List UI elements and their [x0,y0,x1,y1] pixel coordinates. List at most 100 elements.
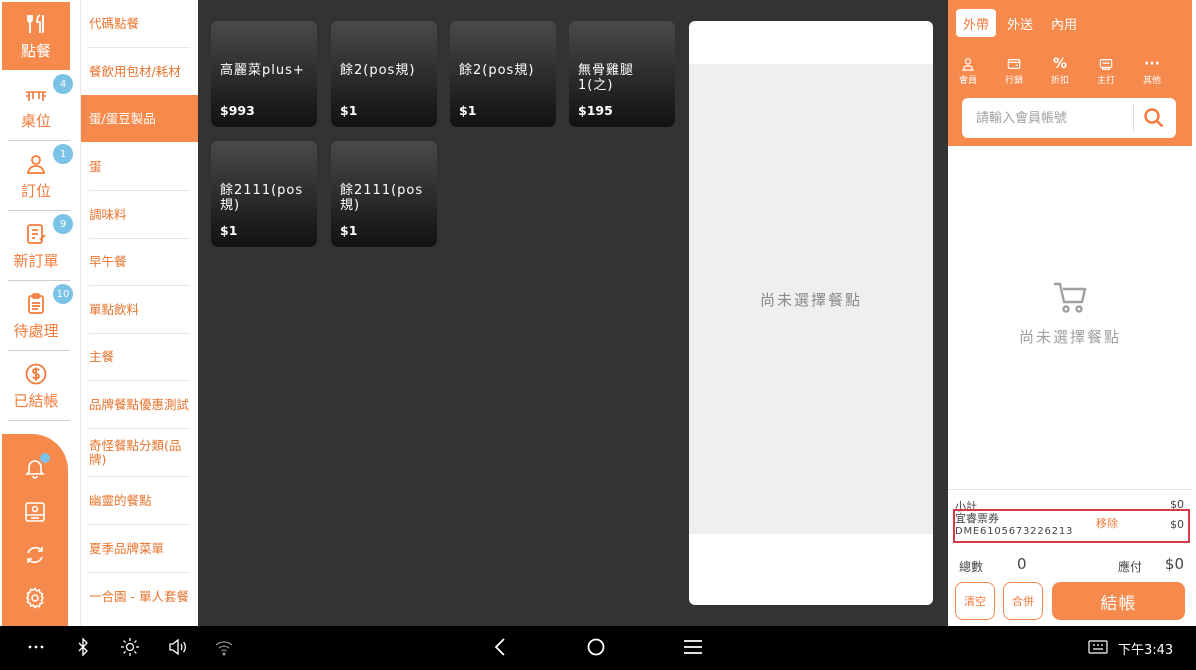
member-action[interactable]: 會員 [950,57,986,86]
detail-empty-text: 尚未選擇餐點 [689,64,933,534]
recents-icon[interactable] [682,636,704,658]
product-name: 餘2(pos規) [459,63,535,78]
category-item[interactable]: 調味料 [81,191,198,238]
product-tile[interactable]: 餘2(pos規) $1 [450,21,556,127]
tab-takeout[interactable]: 外帶 [956,9,997,37]
featured-action[interactable]: 主打 [1088,57,1124,86]
back-icon[interactable] [490,636,512,658]
category-item[interactable]: 代碼點餐 [81,0,198,47]
nav-item-pending[interactable]: 待處理 10 [2,282,73,350]
nav-label-checked-out: 已結帳 [13,391,59,410]
printer-icon [1099,59,1113,70]
refresh-button[interactable] [23,543,47,567]
category-item[interactable]: 單點飲料 [81,286,198,333]
category-item[interactable]: 一合園 - 單人套餐 [81,573,198,620]
system-clock: 下午3:43 [1118,643,1174,658]
due-label: 應付 [1117,560,1142,574]
coupon-name: 宜睿票券 [955,512,999,525]
category-list: 代碼點餐 餐飲用包材/耗材 蛋/蛋豆製品 蛋 調味料 早午餐 單點飲料 主餐 品… [81,0,198,626]
nav-divider [8,140,70,141]
category-item[interactable]: 餐飲用包材/耗材 [81,48,198,95]
product-name: 餘2111(pos規) [220,183,304,213]
other-action-label: 其他 [1142,76,1161,86]
nav-item-reservation[interactable]: 訂位 1 [2,142,73,210]
bluetooth-icon[interactable] [72,636,94,658]
home-icon[interactable] [585,636,607,658]
nav-label-reservation: 訂位 [20,181,51,200]
nav-item-order[interactable]: 點餐 [2,2,70,70]
product-price: $993 [220,103,255,118]
product-price: $1 [220,223,238,238]
discount-action[interactable]: % 折扣 [1042,56,1078,87]
nav-divider [8,420,70,421]
wallet-icon [1007,59,1021,69]
product-tile[interactable]: 無骨雞腿1(之) $195 [569,21,675,127]
utensils-icon [27,13,44,33]
product-name: 無骨雞腿1(之) [578,63,635,93]
nav-item-new-orders[interactable]: 新訂單 9 [2,212,73,280]
nav-item-checked-out[interactable]: 已結帳 [2,352,70,420]
search-icon[interactable] [1142,106,1166,130]
wifi-icon[interactable] [213,636,235,658]
category-item[interactable]: 主餐 [81,333,198,380]
system-bar: 下午3:43 [0,626,1196,670]
gear-icon [25,587,45,609]
nav-item-tables[interactable]: 桌位 4 [2,72,73,140]
cart-icon [1054,282,1087,313]
brightness-icon[interactable] [119,636,141,658]
left-nav: 點餐 桌位 4 訂位 1 新訂單 9 待處理 10 已結帳 [0,0,81,626]
empty-cart-text: 尚未選擇餐點 [1018,328,1121,346]
product-name: 餘2111(pos規) [340,183,424,213]
product-name: 餘2(pos規) [340,63,416,78]
cart-panel: 外帶 外送 內用 會員 行銷 % 折扣 主打 ··· 其他 請輸入會員帳號 尚未… [948,0,1192,626]
user-icon [26,154,46,174]
due-value: $0 [1164,555,1184,573]
product-tile[interactable]: 餘2111(pos規) $1 [331,141,437,247]
search-divider [1133,104,1134,132]
product-tile[interactable]: 餘2111(pos規) $1 [211,141,317,247]
refresh-icon [27,546,43,564]
empty-cart: 尚未選擇餐點 [948,280,1192,347]
other-action[interactable]: ··· 其他 [1134,57,1170,87]
category-item[interactable]: 奇怪餐點分類(品牌) [81,429,198,476]
cash-drawer-icon [25,502,45,522]
category-item[interactable]: 幽靈的餐點 [81,477,198,524]
member-action-label: 會員 [958,76,977,86]
order-type-tabs: 外帶 外送 內用 [956,9,1084,37]
tab-delivery[interactable]: 外送 [1000,9,1040,37]
category-item-active[interactable]: 蛋/蛋豆製品 [81,95,198,142]
nav-divider [8,280,70,281]
dollar-icon [25,363,47,384]
product-tile[interactable]: 高麗菜plus+ $993 [211,21,317,127]
reservation-badge: 1 [53,144,73,164]
more-dots-icon[interactable] [25,636,47,658]
notification-button[interactable] [23,453,50,480]
keyboard-icon[interactable] [1087,636,1109,658]
clear-button[interactable]: 清空 [955,582,995,620]
count-label: 總數 [959,560,984,574]
settings-button[interactable] [23,586,47,610]
category-item[interactable]: 夏季品牌菜單 [81,525,198,572]
category-item[interactable]: 品牌餐點優惠測試 [81,381,198,428]
category-item[interactable]: 蛋 [81,143,198,190]
marketing-action[interactable]: 行銷 [996,57,1032,86]
percent-icon: % [1052,56,1068,72]
volume-icon[interactable] [166,636,188,658]
category-item[interactable]: 早午餐 [81,238,198,285]
tab-dine-in[interactable]: 內用 [1044,9,1084,37]
product-area: 高麗菜plus+ $993 餘2(pos規) $1 餘2(pos規) $1 無骨… [198,0,948,626]
coupon-remove-button[interactable]: 移除 [1096,515,1118,531]
product-price: $1 [340,223,358,238]
clipboard-icon [28,292,44,314]
merge-button[interactable]: 合併 [1003,582,1043,620]
cash-drawer-button[interactable] [23,500,47,524]
table-icon [26,90,46,101]
member-search-input[interactable] [962,98,1132,138]
member-search [962,98,1176,138]
checkout-button[interactable]: 結帳 [1052,582,1185,620]
nav-divider [8,350,70,351]
product-price: $1 [340,103,358,118]
product-detail-panel: 尚未選擇餐點 [689,21,933,605]
nav-divider [8,210,70,211]
product-tile[interactable]: 餘2(pos規) $1 [331,21,437,127]
